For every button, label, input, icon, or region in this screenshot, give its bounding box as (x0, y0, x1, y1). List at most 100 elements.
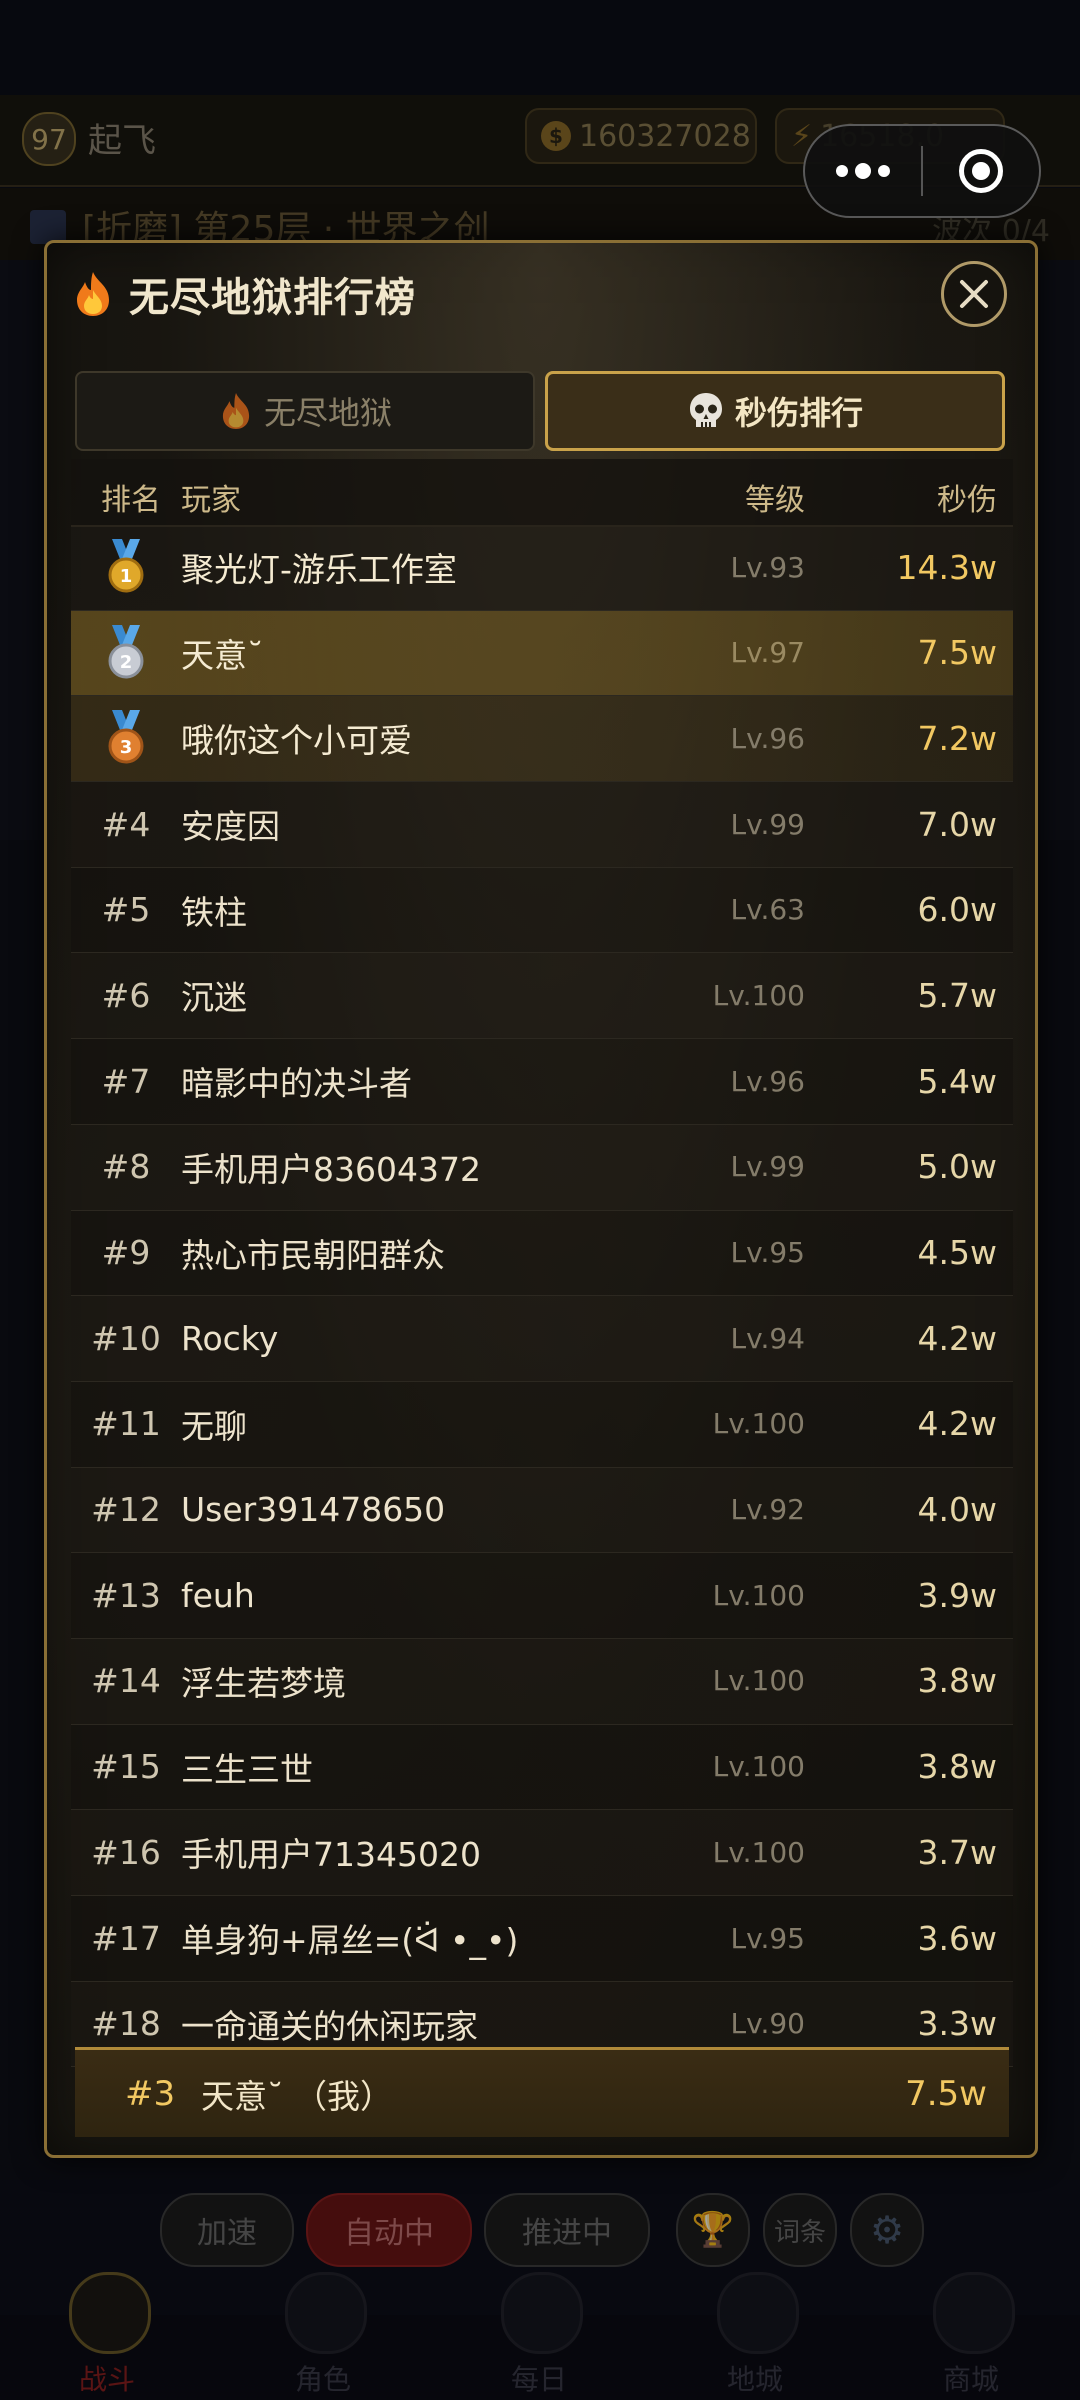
tab-dps-ranking[interactable]: 秒伤排行 (545, 371, 1005, 451)
player-level: Lv.99 (730, 1150, 805, 1184)
tab-dps-ranking-label: 秒伤排行 (734, 394, 863, 432)
player-name: 沉迷 (181, 978, 247, 1018)
medal-icon: 1 (108, 539, 144, 593)
rank-label: #16 (91, 1832, 161, 1872)
tab-endless-hell[interactable]: 无尽地狱 (75, 371, 535, 451)
player-name: 手机用户71345020 (181, 1835, 481, 1875)
rank-label: #12 (91, 1490, 161, 1530)
rank-label: #17 (91, 1918, 161, 1958)
my-dps: 7.5w (905, 2073, 987, 2114)
table-row: #8 手机用户83604372 Lv.99 5.0w (71, 1124, 1013, 1211)
rank-label: #13 (91, 1575, 161, 1615)
rank-label: #7 (101, 1061, 151, 1101)
svg-text:1: 1 (120, 566, 133, 587)
player-level: Lv.96 (730, 721, 805, 755)
player-dps: 4.5w (917, 1233, 997, 1272)
close-miniprogram-button[interactable] (923, 149, 1039, 193)
player-dps: 4.2w (917, 1318, 997, 1358)
rank-label: #4 (101, 804, 151, 844)
skull-icon (689, 393, 722, 427)
player-level: Lv.63 (730, 893, 805, 927)
rank-label: #14 (91, 1661, 161, 1701)
rank-label: #8 (101, 1147, 151, 1187)
medal-icon: 2 (71, 611, 181, 695)
player-name: 安度因 (181, 807, 280, 847)
player-dps: 5.7w (917, 975, 997, 1015)
leaderboard-modal: 无尽地狱排行榜 无尽地狱 秒伤排行 排名 玩家 等级 秒伤 1 聚光灯-游乐工作… (44, 240, 1038, 2158)
table-row: 1 聚光灯-游乐工作室 Lv.93 14.3w (71, 525, 1013, 611)
table-row: 3 哦你这个小可爱 Lv.96 7.2w (71, 696, 1013, 783)
table-row: #10 Rocky Lv.94 4.2w (71, 1296, 1013, 1382)
table-row: #14 浮生若梦境 Lv.100 3.8w (71, 1638, 1013, 1725)
player-name: 单身狗+屌丝=(ᐛ •_•) (181, 1921, 519, 1960)
player-name: 暗影中的决斗者 (181, 1064, 412, 1104)
player-dps: 5.0w (917, 1147, 997, 1187)
player-name: User391478650 (181, 1490, 446, 1530)
player-level: Lv.96 (730, 1064, 805, 1098)
player-dps: 7.0w (917, 804, 997, 844)
table-row: #7 暗影中的决斗者 Lv.96 5.4w (71, 1039, 1013, 1125)
table-row: #16 手机用户71345020 Lv.100 3.7w (71, 1810, 1013, 1896)
player-level: Lv.100 (712, 978, 805, 1012)
player-dps: 7.5w (917, 633, 997, 673)
player-name: 铁柱 (181, 892, 247, 932)
more-menu-button[interactable] (805, 163, 921, 179)
svg-text:2: 2 (120, 652, 133, 673)
close-icon (960, 280, 988, 308)
player-level: Lv.100 (712, 1578, 805, 1612)
player-level: Lv.93 (730, 550, 805, 584)
player-level: Lv.94 (730, 1321, 805, 1355)
player-level: Lv.100 (712, 1664, 805, 1698)
table-row: #11 无聊 Lv.100 4.2w (71, 1381, 1013, 1468)
player-dps: 4.0w (917, 1490, 997, 1530)
player-dps: 3.7w (917, 1832, 997, 1872)
rank-label: #5 (101, 890, 151, 930)
table-row: #15 三生三世 Lv.100 3.8w (71, 1724, 1013, 1811)
medal-icon: 2 (108, 624, 144, 679)
rank-label: #9 (101, 1233, 151, 1272)
player-name: 无聊 (181, 1406, 247, 1446)
column-level: 等级 (745, 483, 805, 518)
table-header: 排名 玩家 等级 秒伤 (71, 459, 1013, 527)
rank-label: #11 (91, 1404, 161, 1444)
my-ranking-row: #3 天意˘ （我） 7.5w (75, 2047, 1009, 2137)
table-row: #5 铁柱 Lv.63 6.0w (71, 867, 1013, 954)
table-row: 2 天意˘ Lv.97 7.5w (71, 610, 1013, 697)
leaderboard-tabs: 无尽地狱 秒伤排行 (75, 371, 1005, 451)
player-dps: 3.9w (917, 1575, 997, 1615)
table-row: #12 User391478650 Lv.92 4.0w (71, 1467, 1013, 1554)
modal-header: 无尽地狱排行榜 (71, 265, 416, 323)
target-icon (958, 149, 1003, 193)
my-name: 天意˘ （我） (201, 2076, 393, 2116)
player-level: Lv.100 (712, 1835, 805, 1869)
rank-label: #15 (91, 1747, 161, 1787)
column-rank: 排名 (101, 483, 161, 518)
player-level: Lv.99 (730, 807, 805, 841)
miniprogram-capsule (803, 124, 1041, 218)
medal-icon: 3 (71, 696, 181, 780)
player-dps: 4.2w (917, 1404, 997, 1444)
rank-label: #10 (91, 1318, 161, 1358)
rank-label: #6 (101, 975, 151, 1015)
ranking-list: 1 聚光灯-游乐工作室 Lv.93 14.3w 2 天意˘ Lv.97 7.5w 3 哦你这个小可… (71, 525, 1013, 2068)
player-dps: 3.8w (917, 1661, 997, 1701)
fire-icon (77, 272, 109, 316)
table-row: #6 沉迷 Lv.100 5.7w (71, 953, 1013, 1040)
my-rank: #3 (125, 2073, 176, 2114)
player-name: feuh (181, 1575, 255, 1615)
player-dps: 3.8w (917, 1747, 997, 1787)
player-name: 三生三世 (181, 1749, 313, 1789)
modal-title: 无尽地狱排行榜 (129, 275, 416, 321)
player-level: Lv.97 (730, 636, 805, 670)
player-level: Lv.95 (730, 1236, 805, 1269)
player-dps: 6.0w (917, 890, 997, 930)
player-dps: 5.4w (917, 1061, 997, 1101)
player-level: Lv.92 (730, 1493, 805, 1527)
tab-endless-hell-label: 无尽地狱 (263, 394, 392, 432)
svg-text:3: 3 (120, 737, 133, 758)
player-name: 天意˘ (181, 635, 264, 675)
player-name: 聚光灯-游乐工作室 (181, 550, 457, 589)
player-name: 浮生若梦境 (181, 1663, 346, 1703)
player-name: 手机用户83604372 (181, 1149, 481, 1189)
close-button[interactable] (941, 261, 1007, 327)
